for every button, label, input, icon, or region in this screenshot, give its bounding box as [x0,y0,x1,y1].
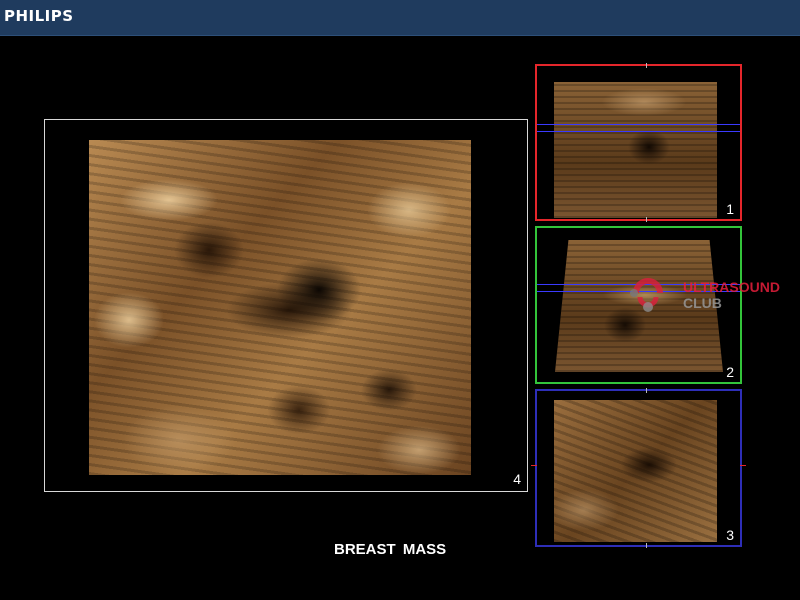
tick-mark [646,388,647,393]
tick-mark [740,465,746,466]
tick-mark [646,217,647,222]
image-caption: BREAST MASS [334,541,447,558]
watermark-text-secondary: CLUB [683,295,722,311]
main-3d-view[interactable]: 4 [44,119,528,492]
orthogonal-view-1[interactable]: 1 [535,63,742,222]
tick-mark [646,63,647,68]
view-number-label: 3 [726,527,734,543]
orthogonal-view-3[interactable]: 3 [531,388,746,548]
brand-logo: PHILIPS [4,7,74,25]
view-number-label: 4 [513,471,521,487]
header-bar: PHILIPS [0,0,800,36]
watermark-text-primary: ULTRASOUND [683,279,780,295]
logo-mark-icon [630,278,663,312]
volume-render-image [89,140,471,475]
tick-mark [646,543,647,548]
view-number-label: 1 [726,201,734,217]
watermark-logo: ULTRASOUND CLUB [628,273,798,318]
ultrasound-image [554,82,717,218]
reference-plane-line[interactable] [537,124,740,132]
ultrasound-image [554,400,717,542]
view-number-label: 2 [726,364,734,380]
tick-mark [531,465,537,466]
